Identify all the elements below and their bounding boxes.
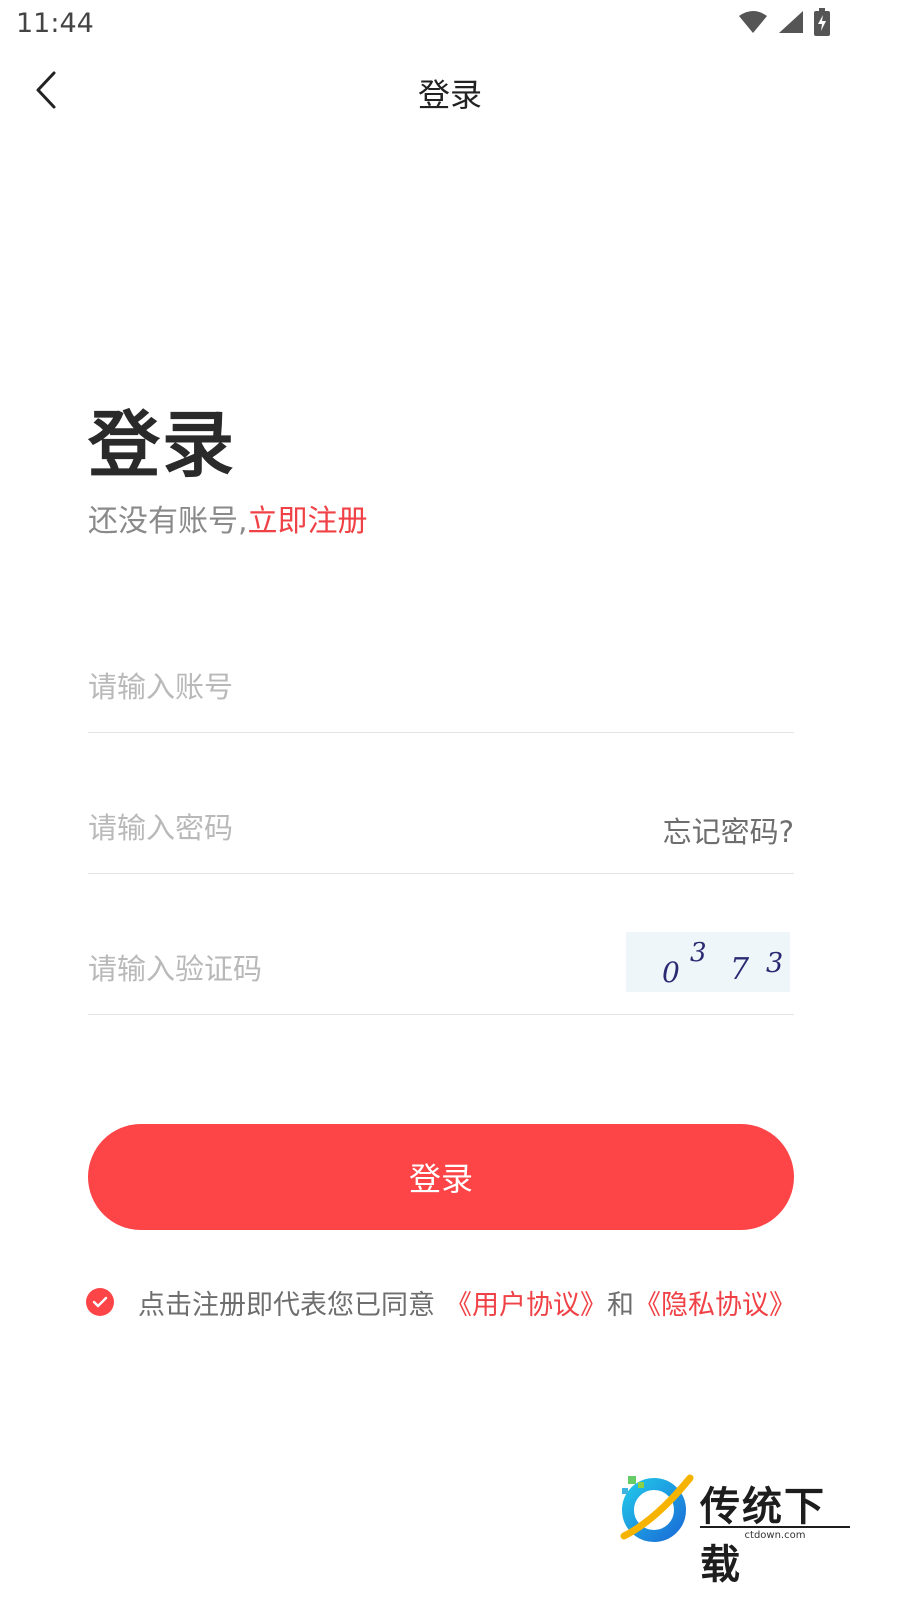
captcha-char: 7	[730, 952, 750, 987]
status-icons	[738, 8, 830, 36]
watermark-logo: 传统下载 ctdown.com	[616, 1470, 856, 1588]
captcha-field: 0 3 7 3	[88, 924, 794, 1015]
watermark-domain: ctdown.com	[700, 1526, 850, 1541]
no-account-text: 还没有账号,	[88, 504, 248, 539]
signal-icon	[778, 10, 804, 34]
page-title: 登录	[88, 403, 237, 487]
nav-title: 登录	[417, 76, 482, 114]
register-link[interactable]: 立即注册	[248, 504, 368, 539]
login-button[interactable]: 登录	[88, 1124, 794, 1230]
battery-icon	[814, 8, 830, 36]
account-field	[88, 642, 794, 733]
captcha-image[interactable]: 0 3 7 3	[626, 932, 790, 992]
agreement-row: 点击注册即代表您已同意 《用户协议》 和 《隐私协议》	[86, 1282, 796, 1322]
user-agreement-link[interactable]: 《用户协议》	[445, 1283, 607, 1322]
password-input[interactable]	[88, 803, 608, 853]
status-time: 11:44	[16, 8, 94, 39]
status-bar: 11:44	[0, 0, 900, 48]
brand-logo-icon	[620, 1474, 694, 1542]
captcha-char: 3	[766, 948, 784, 979]
account-input[interactable]	[88, 662, 608, 712]
privacy-agreement-link[interactable]: 《隐私协议》	[634, 1283, 796, 1322]
agreement-text: 点击注册即代表您已同意	[138, 1289, 435, 1321]
agreement-and: 和	[607, 1289, 634, 1321]
wifi-icon	[738, 10, 768, 34]
password-field: 忘记密码?	[88, 783, 794, 874]
forgot-password-link[interactable]: 忘记密码?	[663, 809, 794, 851]
captcha-char: 3	[690, 938, 707, 968]
top-nav-bar: 登录	[0, 52, 900, 132]
register-prompt: 还没有账号,立即注册	[88, 496, 368, 540]
captcha-input[interactable]	[88, 944, 608, 994]
captcha-char: 0	[662, 956, 680, 989]
agreement-checkbox[interactable]	[86, 1288, 114, 1316]
check-icon	[92, 1296, 108, 1308]
